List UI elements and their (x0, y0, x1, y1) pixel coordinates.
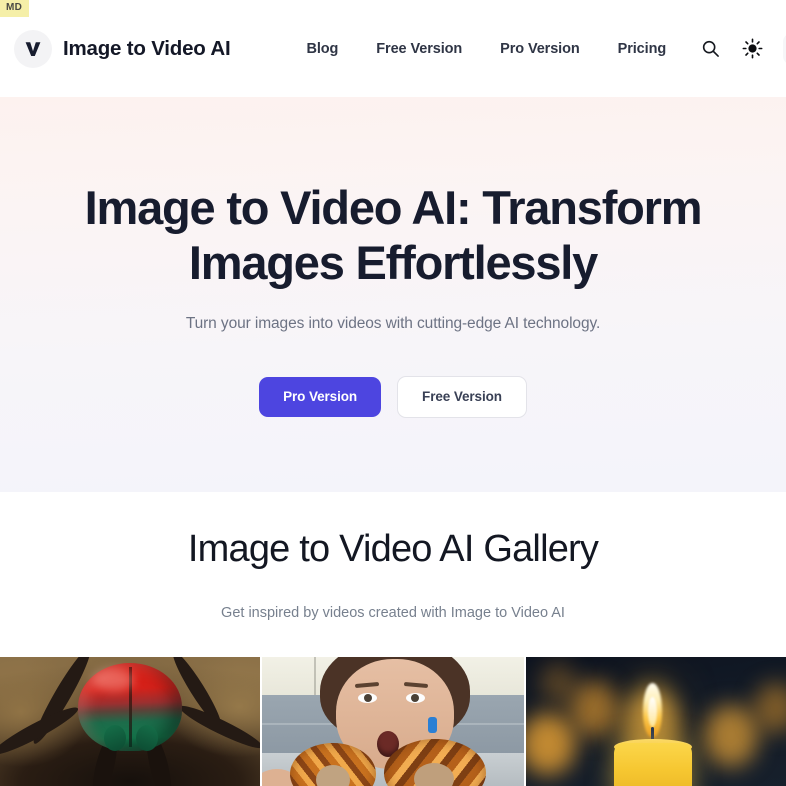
sun-icon (742, 38, 763, 59)
bokeh-light (526, 713, 576, 775)
site-header: Image to Video AI Blog Free Version Pro … (0, 0, 786, 97)
brand-logo-link[interactable]: Image to Video AI (14, 29, 231, 68)
gallery-subtitle: Get inspired by videos created with Imag… (221, 605, 565, 621)
free-version-button[interactable]: Free Version (397, 376, 527, 418)
main-nav: Blog Free Version Pro Version Pricing (287, 35, 685, 63)
header-tools: us English (693, 32, 786, 66)
woman-earring (428, 717, 437, 733)
page-title: Image to Video AI: Transform Images Effo… (84, 181, 703, 289)
woman-eye (406, 693, 425, 703)
nav-item-blog[interactable]: Blog (287, 35, 357, 63)
theme-toggle-button[interactable] (735, 32, 769, 66)
nav-item-pricing[interactable]: Pricing (599, 35, 685, 63)
hero-section: Image to Video AI: Transform Images Effo… (0, 97, 786, 492)
bokeh-light (570, 681, 618, 737)
gallery-section: Image to Video AI Gallery Get inspired b… (0, 492, 786, 786)
gallery-tile-candle[interactable] (526, 657, 786, 786)
gallery-title: Image to Video AI Gallery (187, 528, 599, 570)
nav-item-free-version[interactable]: Free Version (357, 35, 481, 63)
spider-highlight (92, 669, 134, 691)
candle-body (614, 743, 692, 786)
bokeh-light (704, 705, 758, 767)
brand-name: Image to Video AI (63, 36, 231, 60)
nav-item-pro-version[interactable]: Pro Version (481, 35, 599, 63)
gallery-tile-woman-pretzels[interactable] (262, 657, 524, 786)
v-logo-icon (14, 29, 52, 68)
spider-fang (104, 725, 126, 751)
search-button[interactable] (693, 32, 727, 66)
hero-cta-group: Pro Version Free Version (259, 376, 527, 418)
spider-fang (136, 725, 158, 751)
page-root: MD Image to Video AI Blog Free Version P… (0, 0, 786, 786)
search-icon (701, 39, 720, 58)
pro-version-button[interactable]: Pro Version (259, 377, 382, 417)
gallery-tile-spider[interactable] (0, 657, 260, 786)
candle-flame-core (648, 697, 657, 727)
gallery-grid (0, 657, 786, 786)
bokeh-light (540, 663, 576, 703)
hero-subtitle: Turn your images into videos with cuttin… (185, 315, 601, 333)
md-badge: MD (0, 0, 30, 17)
woman-eye (358, 693, 377, 703)
bokeh-light (754, 683, 786, 733)
